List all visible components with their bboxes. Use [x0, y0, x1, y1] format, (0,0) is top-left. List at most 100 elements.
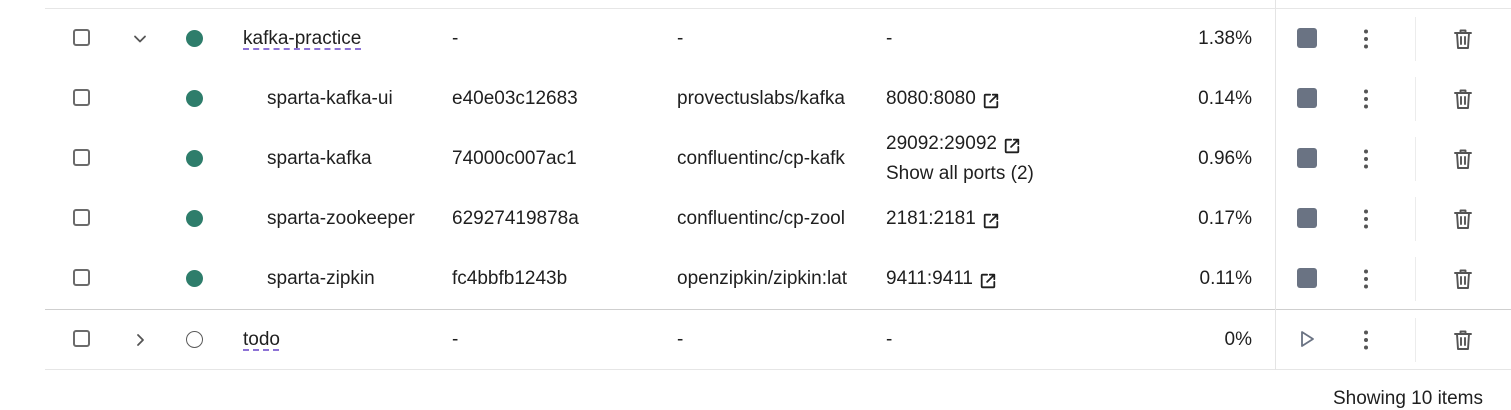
- table-row[interactable]: kafka-practice - - -1.38%: [45, 9, 1511, 69]
- containers-table: kafka-practice - - -1.38% sparta-kafka-ui e40…: [45, 0, 1511, 370]
- status-dot: [186, 150, 203, 167]
- stop-icon[interactable]: [1297, 148, 1317, 168]
- port-text: 8080:8080: [886, 88, 976, 109]
- stop-icon[interactable]: [1297, 28, 1317, 48]
- trash-icon[interactable]: [1452, 87, 1474, 111]
- image-name[interactable]: -: [677, 9, 876, 69]
- port-text: 29092:29092: [886, 133, 997, 154]
- container-name[interactable]: sparta-kafka-ui: [267, 69, 437, 129]
- port-empty: -: [886, 24, 892, 54]
- port-text: 9411:9411: [886, 268, 973, 289]
- name-text: sparta-zipkin: [267, 268, 375, 289]
- kebab-menu-icon[interactable]: [1359, 87, 1373, 111]
- row-checkbox[interactable]: [73, 149, 90, 166]
- table-row[interactable]: sparta-kafka 74000c007ac1 confluentinc/cp-…: [45, 129, 1511, 189]
- container-id: -: [452, 28, 459, 49]
- trash-icon[interactable]: [1452, 267, 1474, 291]
- table-row[interactable]: sparta-kafka-ui e40e03c12683 provectuslabs…: [45, 69, 1511, 129]
- row-checkbox[interactable]: [73, 330, 90, 347]
- cpu-usage: 0.11%: [1199, 268, 1252, 289]
- port-text: 2181:2181: [886, 208, 976, 229]
- show-all-ports-link[interactable]: Show all ports (2): [886, 159, 1034, 189]
- container-id: e40e03c12683: [452, 88, 578, 109]
- delete-column-divider: [1415, 318, 1416, 362]
- delete-column-divider: [1415, 257, 1416, 301]
- status-dot: [186, 90, 203, 107]
- chevron-down-icon[interactable]: [130, 29, 150, 49]
- trash-icon[interactable]: [1452, 207, 1474, 231]
- ports-cell: 8080:8080: [886, 69, 1146, 129]
- delete-column-divider: [1415, 197, 1416, 241]
- chevron-right-icon[interactable]: [130, 330, 150, 350]
- ports-cell: -: [886, 310, 1146, 370]
- port-link[interactable]: 29092:29092: [886, 129, 1021, 159]
- port-text: -: [886, 329, 893, 350]
- image-name[interactable]: confluentinc/cp-kafk: [677, 129, 876, 189]
- status-dot: [186, 30, 203, 47]
- external-link-icon[interactable]: [982, 90, 1000, 109]
- table-row[interactable]: sparta-zookeeper 62927419878a confluentinc…: [45, 189, 1511, 249]
- port-empty: -: [886, 325, 892, 355]
- trash-icon[interactable]: [1452, 328, 1474, 352]
- name-text: sparta-kafka: [267, 148, 372, 169]
- status-dot: [186, 331, 203, 348]
- table-row[interactable]: todo - - -0%: [45, 309, 1511, 369]
- row-checkbox[interactable]: [73, 89, 90, 106]
- name-text: sparta-zookeeper: [267, 208, 415, 229]
- play-icon[interactable]: [1297, 329, 1317, 349]
- kebab-menu-icon[interactable]: [1359, 147, 1373, 171]
- row-checkbox[interactable]: [73, 209, 90, 226]
- container-id: 74000c007ac1: [452, 148, 577, 169]
- port-link[interactable]: 9411:9411: [886, 264, 997, 294]
- cpu-usage: 1.38%: [1198, 28, 1252, 49]
- cpu-usage: 0%: [1224, 329, 1252, 350]
- kebab-menu-icon[interactable]: [1359, 207, 1373, 231]
- name-text: todo: [243, 329, 280, 350]
- ports-cell: 29092:29092 Show all ports (2): [886, 129, 1146, 189]
- ports-cell: 9411:9411: [886, 249, 1146, 309]
- delete-column-divider: [1415, 137, 1416, 181]
- kebab-menu-icon[interactable]: [1359, 267, 1373, 291]
- image-name[interactable]: -: [677, 310, 876, 370]
- actions-column-divider: [1275, 0, 1276, 370]
- item-count: Showing 10 items: [1333, 388, 1483, 409]
- status-dot: [186, 270, 203, 287]
- container-id: fc4bbfb1243b: [452, 268, 568, 289]
- ports-cell: 2181:2181: [886, 189, 1146, 249]
- ports-cell: -: [886, 9, 1146, 69]
- cpu-usage: 0.17%: [1198, 208, 1252, 229]
- external-link-icon[interactable]: [979, 270, 997, 289]
- name-text: kafka-practice: [243, 28, 362, 49]
- image-name[interactable]: confluentinc/cp-zool: [677, 189, 876, 249]
- kebab-menu-icon[interactable]: [1359, 328, 1373, 352]
- image-name[interactable]: openzipkin/zipkin:lat: [677, 249, 876, 309]
- table-bottom-border: [45, 369, 1511, 370]
- row-checkbox[interactable]: [73, 29, 90, 46]
- trash-icon[interactable]: [1452, 147, 1474, 171]
- port-link[interactable]: 8080:8080: [886, 84, 1000, 114]
- image-name[interactable]: provectuslabs/kafka: [677, 69, 876, 129]
- stop-icon[interactable]: [1297, 208, 1317, 228]
- port-text: -: [886, 28, 893, 49]
- container-name[interactable]: sparta-kafka: [267, 129, 437, 189]
- delete-column-divider: [1415, 77, 1416, 121]
- port-link[interactable]: 2181:2181: [886, 204, 1000, 234]
- cpu-usage: 0.96%: [1198, 148, 1252, 169]
- external-link-icon[interactable]: [1003, 135, 1021, 154]
- trash-icon[interactable]: [1452, 27, 1474, 51]
- stop-icon[interactable]: [1297, 268, 1317, 288]
- external-link-icon[interactable]: [982, 210, 1000, 229]
- group-name-link[interactable]: kafka-practice: [243, 9, 443, 69]
- row-checkbox[interactable]: [73, 269, 90, 286]
- container-name[interactable]: sparta-zookeeper: [267, 189, 437, 249]
- kebab-menu-icon[interactable]: [1359, 27, 1373, 51]
- name-text: sparta-kafka-ui: [267, 88, 393, 109]
- stop-icon[interactable]: [1297, 88, 1317, 108]
- cpu-usage: 0.14%: [1198, 88, 1252, 109]
- container-id: -: [452, 329, 459, 350]
- container-id: 62927419878a: [452, 208, 579, 229]
- status-dot: [186, 210, 203, 227]
- container-name[interactable]: sparta-zipkin: [267, 249, 437, 309]
- group-name-link[interactable]: todo: [243, 310, 443, 370]
- table-row[interactable]: sparta-zipkin fc4bbfb1243b openzipkin/zipk…: [45, 249, 1511, 309]
